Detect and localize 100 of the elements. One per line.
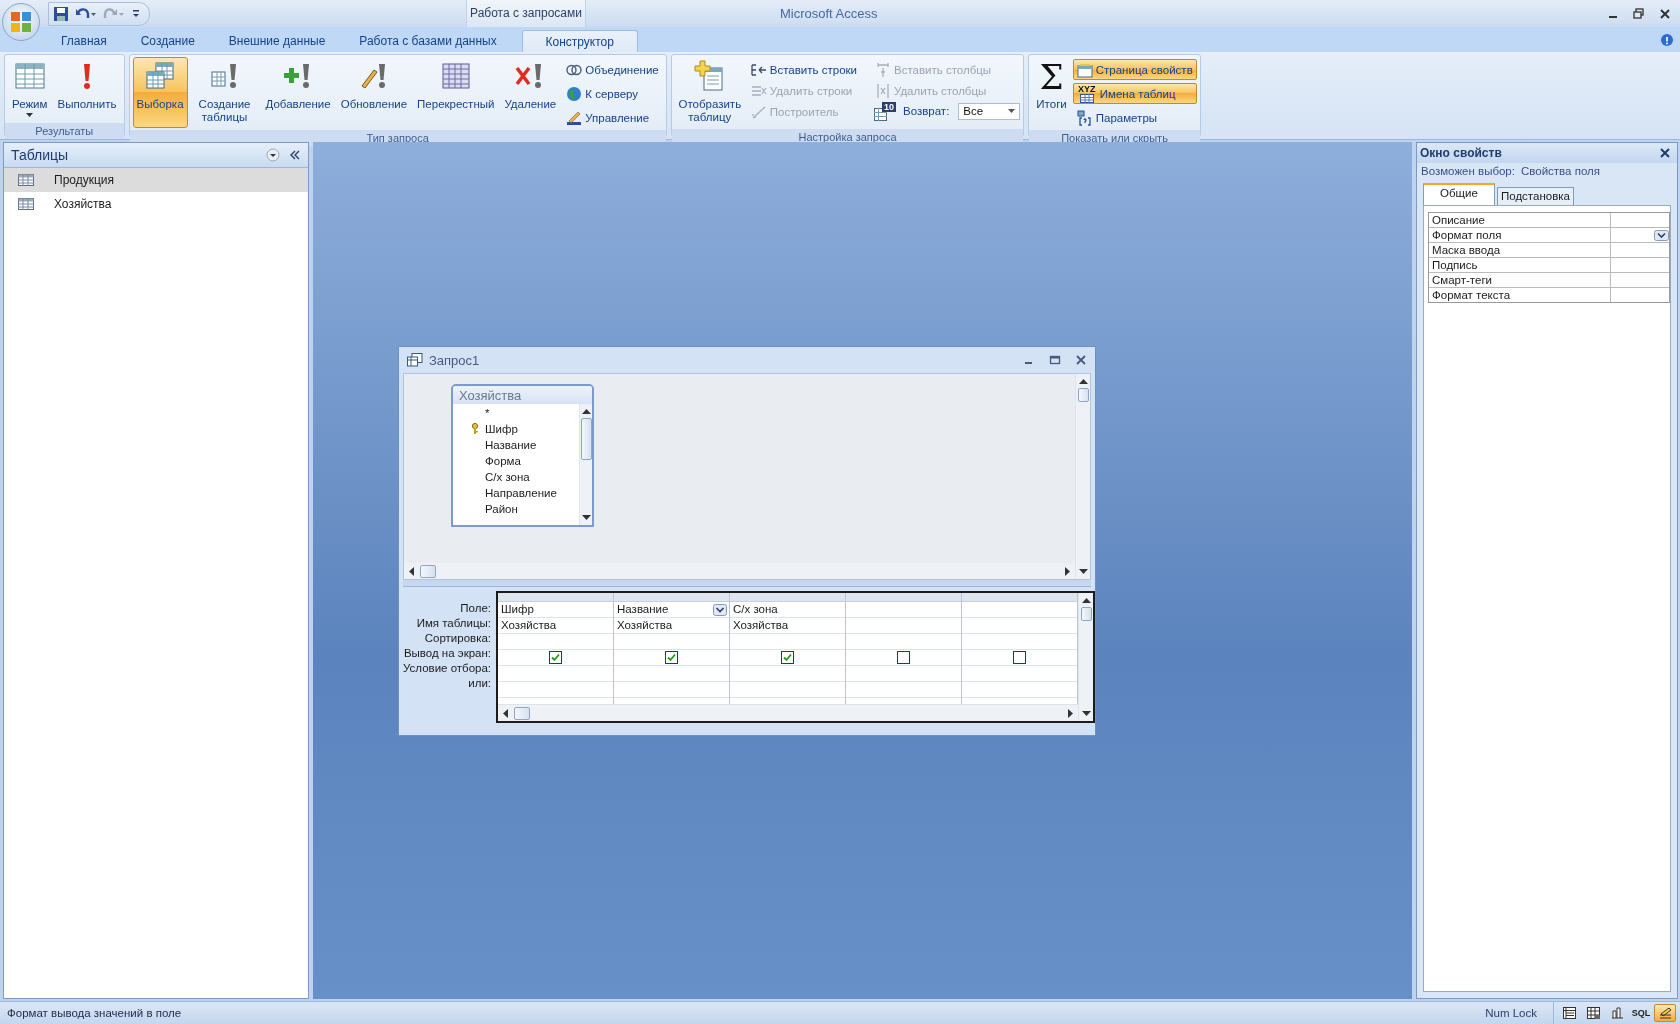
help-icon[interactable] <box>1660 33 1674 47</box>
dropdown-icon[interactable] <box>1654 229 1669 241</box>
ribbon-button[interactable]: Отобразить таблицу <box>674 57 745 127</box>
horizontal-scrollbar[interactable] <box>498 704 1079 721</box>
property-tab[interactable]: Подстановка <box>1497 187 1574 205</box>
field-item[interactable]: Направление <box>485 487 557 499</box>
field-item[interactable]: С/х зона <box>485 471 530 483</box>
bar-chart-icon <box>1610 1007 1624 1019</box>
close-icon[interactable] <box>1658 6 1672 21</box>
ribbon-tab[interactable]: Конструктор <box>521 30 638 52</box>
insert-rows-icon <box>750 61 767 78</box>
close-icon[interactable] <box>1659 147 1671 159</box>
return-dropdown[interactable]: Все <box>958 102 1021 120</box>
save-icon[interactable] <box>53 5 69 22</box>
property-name[interactable]: Маска ввода <box>1429 243 1611 257</box>
office-button[interactable] <box>2 3 40 41</box>
close-icon[interactable] <box>1075 354 1087 366</box>
grid-cell[interactable]: Шифр <box>498 602 614 618</box>
ribbon-small-button[interactable]: Страница свойств <box>1072 59 1197 80</box>
ribbon-button[interactable]: Режим <box>8 57 52 121</box>
maximize-icon[interactable] <box>1049 354 1061 366</box>
down-arrow-icon[interactable] <box>581 515 591 521</box>
caret-icon <box>26 113 34 118</box>
table-icon <box>13 60 46 92</box>
show-checkbox[interactable] <box>781 651 795 664</box>
down-arrow-icon[interactable] <box>1081 711 1091 717</box>
nav-item[interactable]: Хозяйства <box>4 192 308 216</box>
collapse-icon[interactable] <box>288 148 302 162</box>
ribbon-tab[interactable]: Внешние данные <box>213 30 341 52</box>
ribbon-tab[interactable]: Создание <box>125 30 210 52</box>
up-arrow-icon[interactable] <box>581 408 591 414</box>
field-item[interactable]: Форма <box>485 455 521 467</box>
ribbon-small-button[interactable]: Вставить строки <box>746 59 861 80</box>
grid-cell[interactable]: Хозяйства <box>730 618 846 634</box>
delete-columns-icon <box>875 82 891 99</box>
property-sheet-icon <box>1076 61 1093 78</box>
up-arrow-icon[interactable] <box>1081 597 1091 603</box>
vertical-scrollbar[interactable] <box>1078 593 1094 721</box>
property-name[interactable]: Формат поля <box>1429 228 1611 242</box>
scroll-thumb[interactable] <box>514 706 531 720</box>
query-icon <box>407 353 423 367</box>
ribbon-button[interactable]: Создание таблицы <box>189 57 260 128</box>
row-label: Поле: <box>459 601 493 616</box>
customize-icon[interactable] <box>131 7 141 20</box>
ribbon-small-button[interactable]: Управление <box>562 107 663 128</box>
vertical-scrollbar[interactable] <box>1075 374 1090 579</box>
ribbon-tab[interactable]: Работа с базами данных <box>344 30 512 52</box>
right-arrow-icon[interactable] <box>1065 566 1071 576</box>
grid-cell[interactable]: Название <box>614 602 730 618</box>
design-icon <box>1658 1007 1672 1019</box>
show-checkbox[interactable] <box>549 651 563 664</box>
field-list-title: Хозяйства <box>453 386 592 404</box>
dropdown-icon[interactable] <box>713 603 728 616</box>
dropdown-icon[interactable] <box>266 148 280 162</box>
scroll-thumb[interactable] <box>420 564 436 578</box>
scroll-thumb[interactable] <box>1077 388 1089 402</box>
field-item[interactable]: Район <box>485 503 518 515</box>
scroll-thumb[interactable] <box>1080 607 1092 621</box>
ribbon-button[interactable]: Добавление <box>261 57 335 128</box>
ribbon-small-button[interactable]: К серверу <box>562 83 663 104</box>
view-button[interactable]: SQL <box>1630 1004 1652 1022</box>
field-item[interactable]: Шифр <box>485 423 518 435</box>
vertical-scrollbar[interactable] <box>579 404 592 525</box>
ribbon-button[interactable]: Σ Итоги <box>1032 57 1071 128</box>
restore-icon[interactable] <box>1632 6 1646 21</box>
ribbon-tab[interactable]: Главная <box>46 30 122 52</box>
ribbon-button[interactable]: Обновление <box>336 57 412 128</box>
field-item[interactable]: * <box>485 407 490 419</box>
property-name[interactable]: Смарт-теги <box>1429 273 1611 287</box>
ribbon-small-button[interactable]: Параметры <box>1072 107 1197 128</box>
selection-label: Возможен выбор: <box>1421 165 1515 177</box>
grid-cell[interactable]: Хозяйства <box>498 618 614 634</box>
left-arrow-icon[interactable] <box>408 566 414 576</box>
show-checkbox[interactable] <box>665 651 679 664</box>
row-label: Сортировка: <box>423 631 493 646</box>
ribbon-button[interactable]: Перекрестный <box>413 57 499 128</box>
window-title: Microsoft Access <box>780 6 878 21</box>
show-checkbox[interactable] <box>897 651 911 664</box>
ribbon-small-button[interactable]: XYZ Имена таблиц <box>1072 83 1197 104</box>
property-name[interactable]: Описание <box>1429 213 1611 227</box>
right-arrow-icon[interactable] <box>1068 708 1075 718</box>
property-name[interactable]: Формат текста <box>1429 288 1611 302</box>
show-checkbox[interactable] <box>1013 651 1027 664</box>
grid-cell[interactable]: С/х зона <box>730 602 846 618</box>
property-name[interactable]: Подпись <box>1429 258 1611 272</box>
down-arrow-icon[interactable] <box>1078 569 1088 575</box>
ribbon-button[interactable]: Выполнить <box>53 57 121 121</box>
ribbon-button[interactable]: Выборка <box>132 57 188 128</box>
view-button[interactable] <box>1654 1004 1676 1022</box>
nav-item[interactable]: Продукция <box>4 168 308 192</box>
horizontal-scrollbar[interactable] <box>404 563 1075 579</box>
num-lock-indicator: Num Lock <box>1485 1007 1537 1019</box>
ribbon-button[interactable]: Удаление <box>500 57 561 128</box>
field-item[interactable]: Название <box>485 439 537 451</box>
scroll-thumb[interactable] <box>580 418 592 460</box>
up-arrow-icon[interactable] <box>1078 378 1088 384</box>
grid-cell[interactable]: Хозяйства <box>614 618 730 634</box>
left-arrow-icon[interactable] <box>502 708 509 718</box>
ribbon-small-button[interactable]: Объединение <box>562 59 663 80</box>
property-tab[interactable]: Общие <box>1423 183 1495 205</box>
